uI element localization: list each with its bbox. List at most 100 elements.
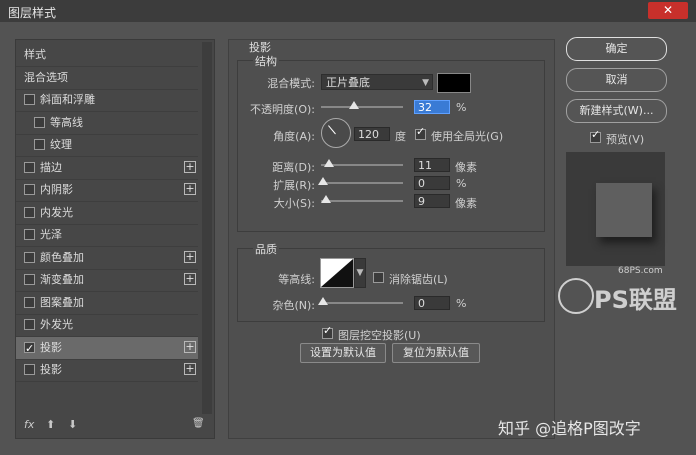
distance-input[interactable]: 11 [414,158,450,172]
style-item-checkbox[interactable] [24,338,35,360]
noise-slider[interactable] [321,302,403,304]
global-light-checkbox[interactable] [415,125,426,140]
style-list-item[interactable]: 混合选项 [16,67,198,90]
style-item-checkbox[interactable] [24,184,35,195]
opacity-input[interactable]: 32 [414,100,450,114]
chevron-down-icon: ▼ [422,78,429,88]
contour-curve [321,259,353,287]
angle-dial-hand [328,125,336,135]
style-list-item[interactable]: 样式 [16,44,198,67]
fx-icon[interactable]: fx [24,418,34,431]
blend-mode-select[interactable]: 正片叠底 ▼ [321,74,433,90]
noise-slider-thumb[interactable] [318,297,328,305]
style-item-checkbox[interactable] [34,139,45,150]
style-item-checkbox[interactable] [24,229,35,240]
style-list-item[interactable]: 光泽 [16,224,198,247]
style-item-label: 颜色叠加 [40,250,84,264]
add-effect-icon[interactable]: + [184,183,196,195]
style-item-label: 混合选项 [24,70,68,84]
noise-input[interactable]: 0 [414,296,450,310]
add-effect-icon[interactable]: + [184,160,196,173]
quality-group: 品质 等高线: ▼ 消除锯齿(L) 杂色(N): 0 % [237,241,545,322]
size-input[interactable]: 9 [414,194,450,208]
shadow-color-swatch[interactable] [437,73,471,93]
add-effect-icon[interactable]: + [184,363,196,375]
contour-preview[interactable] [320,258,354,288]
spread-input[interactable]: 0 [414,176,450,190]
add-effect-icon[interactable]: + [184,273,196,285]
blend-mode-label: 混合模式: [267,77,315,90]
new-style-button[interactable]: 新建样式(W)... [566,99,667,123]
style-list-scrollbar[interactable] [202,42,212,414]
style-item-checkbox[interactable] [24,274,35,285]
knockout-checkbox[interactable] [322,324,333,339]
style-item-label: 光泽 [40,228,62,241]
style-item-checkbox[interactable] [34,116,45,128]
ok-button[interactable]: 确定 [566,37,667,61]
contour-dropdown-chevron-icon[interactable]: ▼ [354,258,366,288]
spread-label: 扩展(R): [273,179,315,192]
style-item-checkbox[interactable] [24,296,35,308]
style-list-item[interactable]: 颜色叠加 + [16,247,198,270]
size-slider[interactable] [321,200,403,202]
style-list-item[interactable]: 图案叠加 [16,292,198,315]
style-preview [566,152,665,266]
style-item-label: 投影 [40,363,62,376]
style-item-label: 投影 [40,340,62,354]
opacity-slider[interactable] [321,106,403,108]
reset-default-button[interactable]: 复位为默认值 [392,343,480,363]
style-list-item[interactable]: 投影 + [16,336,198,360]
noise-label: 杂色(N): [272,299,315,312]
style-item-checkbox[interactable] [24,364,35,375]
style-item-checkbox[interactable] [24,319,35,330]
spread-slider-thumb[interactable] [318,177,328,185]
cancel-button[interactable]: 取消 [566,68,667,92]
style-list-item[interactable]: 内阴影 + [16,179,198,202]
move-up-icon[interactable]: ⬆ [46,418,55,431]
global-light-label: 使用全局光(G) [431,130,504,143]
spread-slider[interactable] [321,182,403,184]
style-list-item[interactable]: 描边 + [16,157,198,180]
style-list-item[interactable]: 投影 + [16,359,198,382]
size-label: 大小(S): [273,197,315,210]
style-list-item[interactable]: 外发光 [16,314,198,337]
quality-title: 品质 [253,241,279,257]
angle-input[interactable]: 120 [354,127,390,141]
close-button[interactable]: ✕ [648,2,688,19]
add-effect-icon[interactable]: + [184,250,196,263]
style-item-label: 内阴影 [40,183,73,196]
antialias-checkbox[interactable] [373,272,384,283]
move-down-icon[interactable]: ⬇ [68,418,77,431]
site-watermark: 68PS.com [618,266,663,276]
distance-slider-thumb[interactable] [324,159,334,167]
style-list-panel: 样式 混合选项 斜面和浮雕 等高线 纹理 描边 + 内阴影 + 内发光 光泽 颜色叠加 + 渐变叠加 + 图案… [15,39,215,439]
style-list-item[interactable]: 纹理 [16,134,198,157]
contour-label: 等高线: [278,273,315,286]
add-effect-icon[interactable]: + [184,340,196,353]
style-item-checkbox[interactable] [24,206,35,218]
preview-checkbox[interactable] [590,128,601,143]
style-item-checkbox[interactable] [24,94,35,105]
distance-label: 距离(D): [272,161,315,174]
style-item-label: 斜面和浮雕 [40,93,95,106]
make-default-button[interactable]: 设置为默认值 [300,343,386,363]
antialias-label: 消除锯齿(L) [389,273,448,286]
style-item-label: 等高线 [50,115,83,129]
size-slider-thumb[interactable] [321,195,331,203]
opacity-slider-thumb[interactable] [349,101,359,109]
distance-unit: 像素 [455,161,477,174]
style-item-checkbox[interactable] [24,251,35,263]
style-list-item[interactable]: 内发光 [16,202,198,225]
style-list-item[interactable]: 渐变叠加 + [16,269,198,292]
logo-watermark: PS联盟 [594,286,677,314]
style-list-footer: fx ⬆ ⬇ 🗑 [16,414,214,438]
style-item-checkbox[interactable] [24,161,35,173]
logo-circle-icon [558,278,594,314]
style-list-item[interactable]: 斜面和浮雕 [16,89,198,112]
preview-square [596,183,652,237]
style-item-label: 内发光 [40,205,73,219]
angle-dial[interactable] [321,118,351,148]
trash-icon[interactable]: 🗑 [192,418,205,429]
knockout-label: 图层挖空投影(U) [338,329,421,342]
style-list-item[interactable]: 等高线 [16,112,198,135]
